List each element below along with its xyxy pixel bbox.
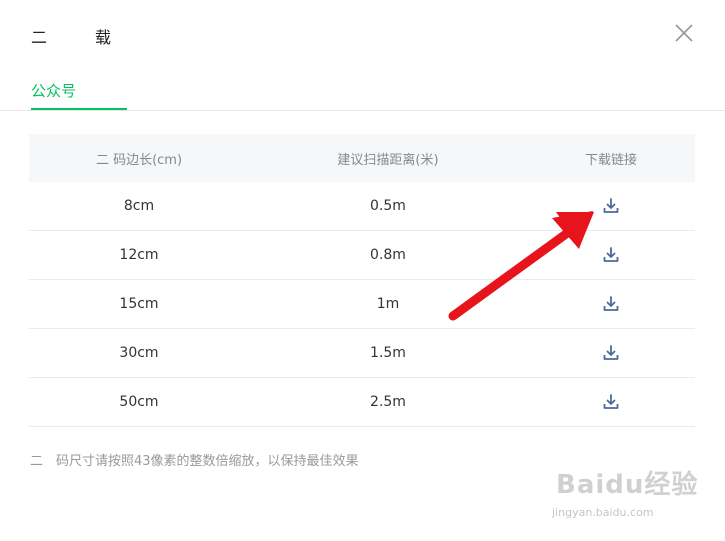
table-row: 30cm 1.5m [29, 329, 695, 378]
tab-official-account[interactable]: 公众号 [31, 80, 127, 111]
download-icon[interactable] [602, 344, 620, 362]
tab-bar: 公众号 [0, 70, 725, 111]
dialog-title-part1: 二 [31, 28, 48, 47]
cell-download [527, 393, 695, 411]
cell-scan-distance: 0.8m [370, 247, 406, 263]
cell-download [527, 246, 695, 264]
cell-download [527, 197, 695, 215]
download-icon[interactable] [602, 246, 620, 264]
cell-side-length: 8cm [123, 198, 155, 214]
qr-size-table: 二 码边长(cm) 建议扫描距离(米) 下载链接 8cm 0.5m 12cm 0.8m… [29, 134, 695, 427]
close-icon [675, 24, 693, 42]
cell-scan-distance: 0.5m [370, 198, 406, 214]
watermark-brand: Baidu经验 [556, 470, 699, 500]
table-row: 15cm 1m [29, 280, 695, 329]
cell-download [527, 295, 695, 313]
table-row: 50cm 2.5m [29, 378, 695, 427]
download-icon[interactable] [602, 393, 620, 411]
table-header: 二 码边长(cm) 建议扫描距离(米) 下载链接 [29, 134, 695, 182]
baidu-watermark: Baidu经验 jingyan.baidu.com [552, 464, 716, 524]
cell-scan-distance: 1.5m [370, 345, 406, 361]
cell-side-length: 12cm [119, 247, 159, 263]
download-icon[interactable] [602, 197, 620, 215]
cell-scan-distance: 1m [376, 296, 400, 312]
scaling-note: 二 码尺寸请按照43像素的整数倍缩放，以保持最佳效果 [30, 454, 359, 469]
header-download-link: 下载链接 [584, 152, 637, 168]
download-icon[interactable] [602, 295, 620, 313]
cell-scan-distance: 2.5m [370, 394, 406, 410]
dialog-title: 二 载 [31, 24, 111, 48]
cell-download [527, 344, 695, 362]
cell-side-length: 15cm [119, 296, 159, 312]
dialog-title-part2: 载 [95, 28, 112, 47]
close-button[interactable] [673, 22, 695, 44]
header-side-length: 二 码边长(cm) [95, 152, 183, 168]
table-row: 12cm 0.8m [29, 231, 695, 280]
table-row: 8cm 0.5m [29, 182, 695, 231]
watermark-url: jingyan.baidu.com [552, 506, 654, 519]
active-tab-indicator [31, 108, 127, 110]
cell-side-length: 50cm [119, 394, 159, 410]
cell-side-length: 30cm [119, 345, 159, 361]
header-scan-distance: 建议扫描距离(米) [337, 152, 439, 168]
